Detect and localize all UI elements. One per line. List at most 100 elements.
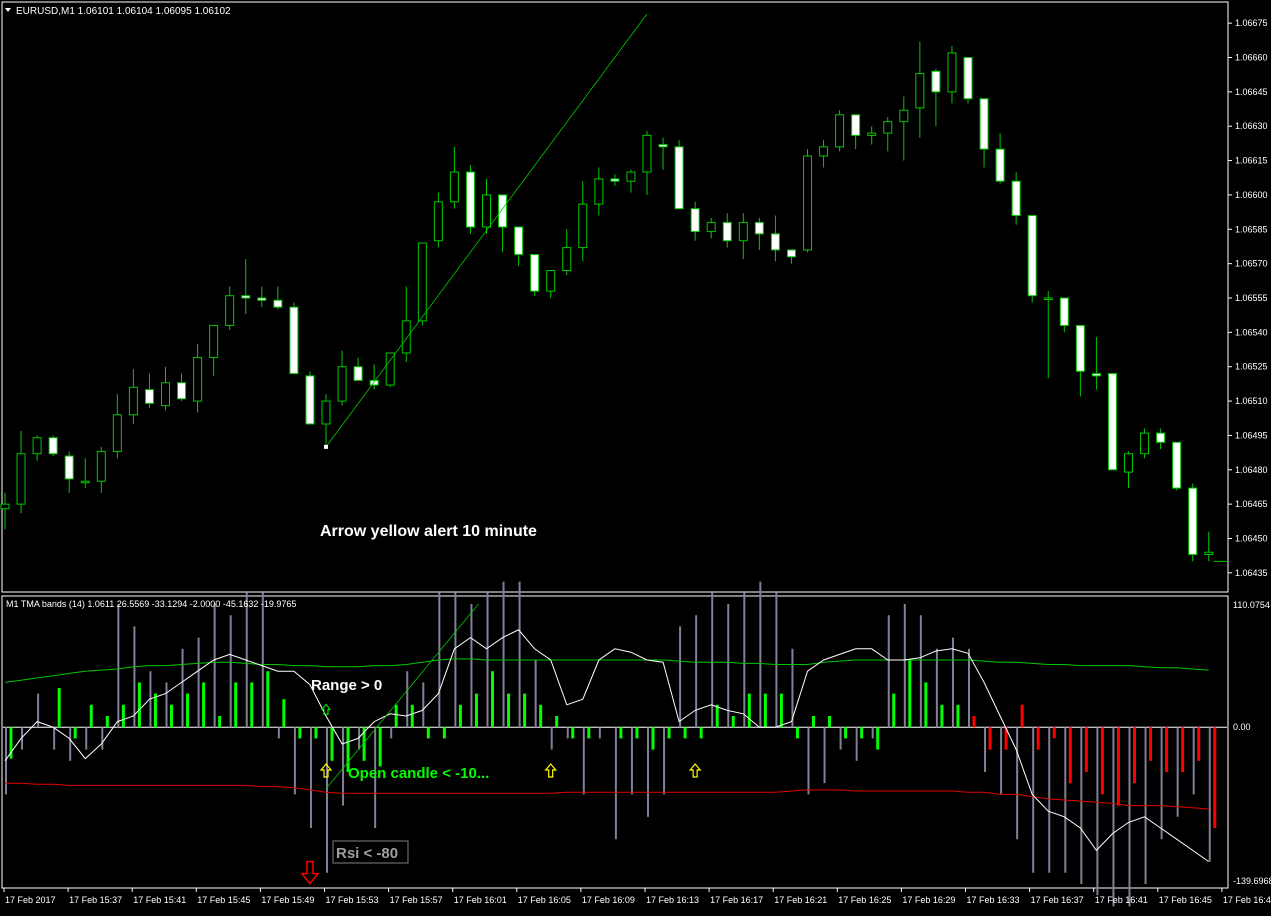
time-tick-label: 17 Feb 16:25 bbox=[838, 895, 891, 905]
candle-body bbox=[225, 295, 235, 326]
range-annotation: Range > 0 bbox=[311, 677, 382, 694]
candle-body bbox=[658, 144, 668, 148]
price-tick-label: 1.06675 bbox=[1235, 18, 1268, 28]
price-tick-label: 1.06600 bbox=[1235, 190, 1268, 200]
time-axis[interactable]: 17 Feb 2017 17 Feb 15:37 17 Feb 15:41 17 Fe… bbox=[3, 888, 1271, 905]
candle-body bbox=[1124, 453, 1133, 473]
time-tick-label: 17 Feb 16:05 bbox=[518, 895, 571, 905]
price-tick-label: 1.06450 bbox=[1235, 533, 1268, 543]
candle-body bbox=[979, 98, 989, 150]
candle-body bbox=[514, 226, 524, 255]
candle-body bbox=[144, 389, 154, 404]
candle-body bbox=[128, 386, 138, 416]
candle-body bbox=[449, 171, 459, 203]
candle-body bbox=[289, 306, 299, 375]
candle-body bbox=[530, 253, 540, 292]
indicator-scale-label: 0.00 bbox=[1233, 722, 1251, 732]
candle-body bbox=[1011, 180, 1021, 217]
candle-body bbox=[465, 171, 475, 228]
time-tick-label: 17 Feb 16:01 bbox=[454, 895, 507, 905]
candle-body bbox=[1156, 432, 1166, 443]
candle-body bbox=[498, 194, 508, 228]
price-tick-label: 1.06630 bbox=[1235, 121, 1268, 131]
candle-body bbox=[546, 270, 556, 292]
candle-body bbox=[995, 148, 1005, 182]
candle-body bbox=[786, 249, 796, 258]
candle-body bbox=[690, 208, 700, 233]
chart-canvas[interactable]: 1.06675 1.06660 1.06645 1.06630 1.06615 1.066… bbox=[0, 0, 1271, 911]
candle-body bbox=[626, 171, 636, 182]
price-tick-label: 1.06480 bbox=[1235, 465, 1268, 475]
candle-body bbox=[337, 366, 347, 402]
candle-body bbox=[80, 480, 90, 484]
time-tick-label: 17 Feb 15:41 bbox=[133, 895, 186, 905]
time-tick-label: 17 Feb 16:45 bbox=[1159, 895, 1212, 905]
candle-body bbox=[16, 453, 26, 505]
candle-body bbox=[674, 146, 684, 210]
indicator-scale[interactable]: 110.0754 0.00 -139.6968 bbox=[1233, 600, 1271, 886]
price-tick-label: 1.06495 bbox=[1235, 430, 1268, 440]
candle-body bbox=[1027, 215, 1037, 297]
mt4-chart-window: 1.06675 1.06660 1.06645 1.06630 1.06615 1.066… bbox=[0, 0, 1271, 911]
candle-body bbox=[1075, 324, 1085, 372]
candle-body bbox=[273, 299, 283, 308]
candle-body bbox=[241, 295, 251, 299]
time-tick-label: 17 Feb 16:17 bbox=[710, 895, 763, 905]
time-tick-label: 17 Feb 16:37 bbox=[1031, 895, 1084, 905]
candle-body bbox=[706, 221, 716, 233]
candle-body bbox=[899, 109, 909, 123]
price-tick-label: 1.06645 bbox=[1235, 87, 1268, 97]
price-tick-label: 1.06540 bbox=[1235, 327, 1268, 337]
price-tick-label: 1.06510 bbox=[1235, 396, 1268, 406]
candle-body bbox=[64, 455, 74, 480]
candle-body bbox=[177, 382, 187, 400]
candle-body bbox=[867, 132, 877, 136]
price-tick-label: 1.06585 bbox=[1235, 224, 1268, 234]
price-tick-label: 1.06570 bbox=[1235, 259, 1268, 269]
candle-body bbox=[754, 221, 764, 235]
alert-annotation: Arrow yellow alert 10 minute bbox=[320, 523, 537, 540]
time-tick-label: 17 Feb 15:57 bbox=[390, 895, 443, 905]
candle-body bbox=[161, 382, 170, 407]
candle-body bbox=[594, 178, 604, 205]
candle-body bbox=[193, 357, 203, 402]
candle-body bbox=[369, 379, 379, 386]
candle-body bbox=[433, 201, 443, 242]
candle-body bbox=[562, 247, 572, 272]
candle-body bbox=[1172, 441, 1182, 489]
candle-body bbox=[305, 375, 315, 425]
candle-body bbox=[803, 155, 812, 251]
candle-body bbox=[112, 414, 122, 452]
candle-body bbox=[321, 400, 331, 425]
price-tick-label: 1.06660 bbox=[1235, 53, 1268, 63]
candle-body bbox=[1043, 297, 1053, 300]
candle-body bbox=[1140, 432, 1150, 455]
candle-body bbox=[610, 178, 620, 182]
time-tick-label: 17 Feb 15:53 bbox=[326, 895, 379, 905]
candle-body bbox=[482, 194, 491, 228]
candle-body bbox=[48, 437, 58, 455]
candle-body bbox=[835, 114, 845, 148]
candle-body bbox=[0, 503, 10, 510]
candle-body bbox=[32, 437, 42, 455]
candle-body bbox=[578, 203, 588, 249]
trend-anchor-handle[interactable] bbox=[324, 444, 328, 449]
time-tick-label: 17 Feb 16:21 bbox=[774, 895, 827, 905]
time-tick-label: 17 Feb 16:49 bbox=[1223, 895, 1271, 905]
candle-body bbox=[257, 297, 267, 301]
time-tick-label: 17 Feb 15:49 bbox=[261, 895, 314, 905]
indicator-scale-label: -139.6968 bbox=[1233, 876, 1271, 886]
symbol-info: EURUSD,M1 1.06101 1.06104 1.06095 1.0610… bbox=[16, 6, 231, 17]
rsi-annotation: Rsi < -80 bbox=[336, 845, 398, 862]
candle-body bbox=[722, 221, 732, 242]
price-tick-label: 1.06555 bbox=[1235, 293, 1268, 303]
candle-body bbox=[209, 324, 219, 359]
candle-body bbox=[417, 242, 427, 322]
candle-body bbox=[851, 114, 861, 136]
main-chart-frame bbox=[1, 1, 1229, 593]
candle-body bbox=[915, 73, 925, 109]
candle-body bbox=[96, 450, 106, 482]
time-tick-label: 17 Feb 15:37 bbox=[69, 895, 122, 905]
candle-body bbox=[770, 233, 780, 251]
candle-body bbox=[1059, 297, 1069, 326]
